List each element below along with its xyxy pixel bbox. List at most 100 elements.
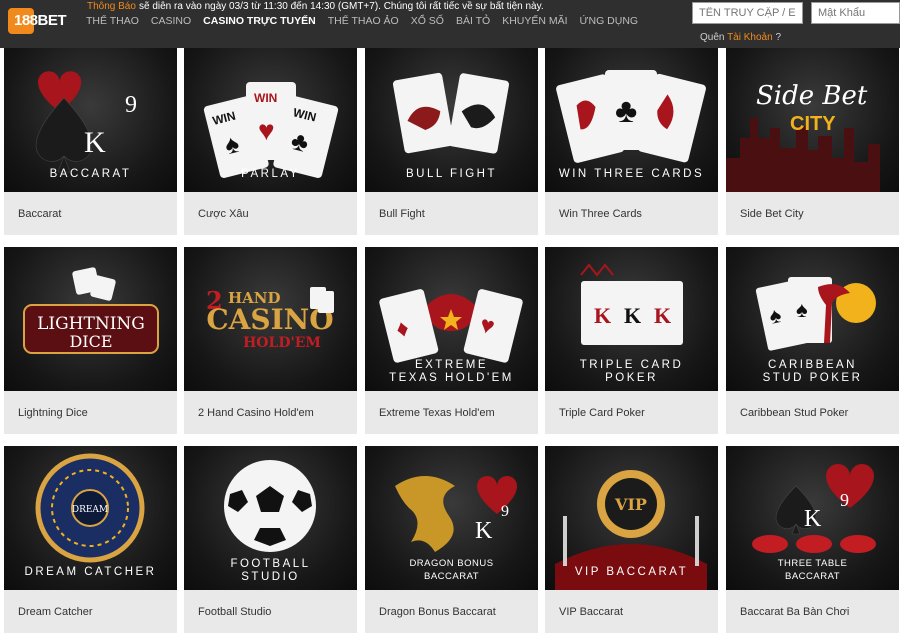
game-name[interactable]: Lightning Dice	[18, 407, 88, 419]
game-thumbnail[interactable]: Side Bet CITY	[726, 48, 899, 192]
forgot-suffix: ?	[775, 32, 782, 43]
dice-icon: LIGHTNINGDICE	[23, 267, 159, 354]
game-card[interactable]: WIN ♠ WIN ♥ WIN ♣ PARLAY Cược Xâu	[184, 48, 357, 235]
game-thumbnail[interactable]: K K K TRIPLE CARD POKER	[545, 247, 718, 391]
game-card[interactable]: Side Bet CITY Side Bet City	[726, 48, 899, 235]
forgot-account-link[interactable]: Tài Khoản	[727, 32, 773, 43]
game-name[interactable]: Extreme Texas Hold'em	[379, 407, 495, 419]
forgot-account: Quên Tài Khoản ?	[700, 32, 781, 43]
game-thumbnail-title: WIN THREE CARDS	[558, 168, 705, 180]
svg-text:K: K	[475, 518, 493, 544]
game-card[interactable]: ♦ ♥ EXTREME TEXAS HOLD'EM Extreme Texas Hold…	[365, 247, 538, 434]
forgot-prefix: Quên	[700, 32, 725, 43]
game-thumbnail[interactable]: 2 HAND CASINO HOLD'EM	[184, 247, 357, 391]
svg-text:9: 9	[840, 490, 849, 510]
nav-item-virtual-sports[interactable]: THỂ THAO ẢO	[328, 15, 399, 29]
svg-text:9: 9	[125, 92, 137, 118]
game-card[interactable]: K 9 THREE TABLE BACCARAT Baccarat Ba Bàn Chơ…	[726, 446, 899, 633]
game-thumbnail[interactable]: K 9 BACCARAT	[4, 48, 177, 192]
svg-text:K: K	[654, 303, 671, 328]
game-card[interactable]: LIGHTNING DICE Lightning Dice	[4, 247, 177, 434]
svg-text:9: 9	[501, 503, 509, 520]
nav-item-promotions[interactable]: KHUYẾN MÃI	[502, 15, 567, 29]
svg-text:K: K	[594, 303, 611, 328]
game-name[interactable]: Cược Xâu	[198, 208, 249, 220]
game-name[interactable]: Side Bet City	[740, 208, 804, 220]
city-skyline-icon: Side BetCITY	[726, 81, 880, 192]
game-card[interactable]: FOOTBALL STUDIO Football Studio	[184, 446, 357, 633]
game-thumbnail[interactable]: ♣ WIN THREE CARDS	[545, 48, 718, 192]
game-card[interactable]: DREAM DREAM CATCHER Dream Catcher	[4, 446, 177, 633]
game-thumbnail[interactable]: BULL FIGHT	[365, 48, 538, 192]
game-thumbnail[interactable]: LIGHTNING DICE	[4, 247, 177, 391]
game-name[interactable]: Dragon Bonus Baccarat	[379, 606, 496, 618]
holdem-logo-icon: 2 HANDCASINOHOLD'EM	[206, 286, 334, 351]
nav-item-apps[interactable]: ỨNG DỤNG	[580, 15, 639, 29]
game-thumbnail[interactable]: FOOTBALL STUDIO	[184, 446, 357, 590]
game-thumbnail[interactable]: ♦ ♥ EXTREME TEXAS HOLD'EM	[365, 247, 538, 391]
game-name[interactable]: Football Studio	[198, 606, 271, 618]
password-input[interactable]	[811, 2, 900, 24]
game-thumbnail[interactable]: K 9 DRAGON BONUS BACCARAT	[365, 446, 538, 590]
top-bar: 188BET Thông Báo sẽ diễn ra vào ngày 03/…	[0, 0, 900, 48]
game-card[interactable]: VIP VIP BACCARAT VIP Baccarat	[545, 446, 718, 633]
svg-text:K: K	[624, 303, 641, 328]
game-thumbnail[interactable]: WIN ♠ WIN ♥ WIN ♣ PARLAY	[184, 48, 357, 192]
game-name[interactable]: VIP Baccarat	[559, 606, 623, 618]
game-thumbnail-title: DREAM CATCHER	[24, 566, 157, 578]
main-nav: THỂ THAO CASINO CASINO TRỰC TUYẾN THỂ TH…	[86, 15, 650, 29]
game-name[interactable]: Baccarat	[18, 208, 61, 220]
game-grid: K 9 BACCARAT Baccarat WIN ♠ WIN ♥ WIN ♣ PARLAY Cược…	[0, 48, 900, 637]
game-name[interactable]: Triple Card Poker	[559, 407, 645, 419]
notice-label: Thông Báo	[87, 1, 136, 12]
game-thumbnail-title: VIP BACCARAT	[574, 566, 689, 578]
nav-item-sports[interactable]: THỂ THAO	[86, 15, 139, 29]
game-name[interactable]: Bull Fight	[379, 208, 425, 220]
game-thumbnail-title: TEXAS HOLD'EM	[389, 372, 514, 384]
game-name[interactable]: 2 Hand Casino Hold'em	[198, 407, 314, 419]
game-thumbnail-title: DRAGON BONUS	[409, 558, 494, 569]
game-card[interactable]: 2 HAND CASINO HOLD'EM 2 Hand Casino Hold'em	[184, 247, 357, 434]
game-thumbnail-title: BULL FIGHT	[405, 168, 498, 180]
nav-item-live-casino[interactable]: CASINO TRỰC TUYẾN	[203, 15, 316, 29]
game-card[interactable]: K 9 BACCARAT Baccarat	[4, 48, 177, 235]
svg-text:VIP: VIP	[614, 495, 647, 514]
game-thumbnail-title: STUDIO	[241, 571, 300, 583]
svg-text:♣: ♣	[615, 92, 637, 130]
svg-text:♠: ♠	[796, 297, 808, 322]
game-thumbnail[interactable]: VIP VIP BACCARAT	[545, 446, 718, 590]
nav-item-casino[interactable]: CASINO	[151, 15, 191, 29]
svg-text:K: K	[84, 126, 106, 159]
game-name[interactable]: Baccarat Ba Bàn Chơi	[740, 606, 849, 618]
game-thumbnail-title: BACCARAT	[49, 168, 132, 180]
nav-item-lottery[interactable]: XỔ SỐ	[411, 15, 444, 29]
game-thumbnail[interactable]: K 9 THREE TABLE BACCARAT	[726, 446, 899, 590]
svg-text:♥: ♥	[258, 115, 275, 146]
game-name[interactable]: Win Three Cards	[559, 208, 642, 220]
logo-text: 188BET	[14, 12, 67, 29]
game-thumbnail[interactable]: DREAM DREAM CATCHER	[4, 446, 177, 590]
svg-text:Side Bet: Side Bet	[756, 81, 868, 111]
game-name[interactable]: Dream Catcher	[18, 606, 93, 618]
game-thumbnail-title: PARLAY	[241, 168, 300, 180]
game-card[interactable]: K 9 DRAGON BONUS BACCARAT Dragon Bonus Bacca…	[365, 446, 538, 633]
username-input[interactable]	[692, 2, 803, 24]
game-card[interactable]: K K K TRIPLE CARD POKER Triple Card Poker	[545, 247, 718, 434]
nav-item-cards[interactable]: BÀI TỎ	[456, 15, 490, 29]
game-thumbnail-title: FOOTBALL	[230, 558, 311, 570]
svg-text:LIGHTNING: LIGHTNING	[37, 314, 145, 334]
game-name[interactable]: Caribbean Stud Poker	[740, 407, 848, 419]
brand-logo[interactable]: 188BET	[8, 8, 68, 34]
game-thumbnail-title: EXTREME	[414, 359, 489, 371]
game-thumbnail-title: STUD POKER	[762, 372, 863, 384]
svg-text:HOLD'EM: HOLD'EM	[243, 335, 321, 351]
game-card[interactable]: ♠ ♠ CARIBBEAN STUD POKER Caribbean Stud Poke…	[726, 247, 899, 434]
game-thumbnail[interactable]: ♠ ♠ CARIBBEAN STUD POKER	[726, 247, 899, 391]
game-card[interactable]: ♣ WIN THREE CARDS Win Three Cards	[545, 48, 718, 235]
svg-text:K: K	[804, 506, 822, 532]
svg-text:DICE: DICE	[69, 332, 112, 351]
game-thumbnail-title: TRIPLE CARD	[579, 359, 684, 371]
svg-text:DREAM: DREAM	[72, 505, 108, 515]
game-thumbnail-title: THREE TABLE	[777, 558, 848, 569]
game-card[interactable]: BULL FIGHT Bull Fight	[365, 48, 538, 235]
